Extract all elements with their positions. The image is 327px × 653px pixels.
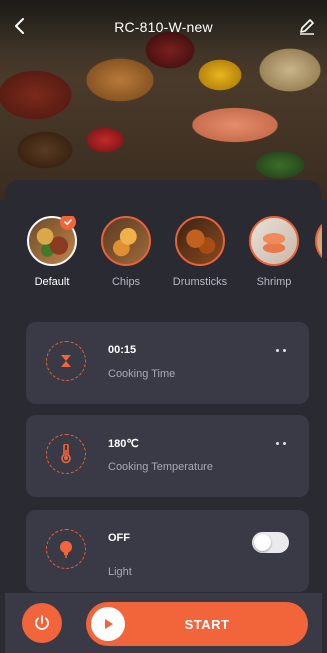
cooking-temperature-value: 180℃ [108, 438, 139, 450]
preset-more-thumbnail [315, 216, 322, 266]
preset-shrimp-thumbnail [249, 216, 299, 266]
preset-carousel[interactable]: Default Chips Drumsticks Shrimp [5, 216, 322, 306]
hourglass-icon-ring [46, 341, 86, 381]
cooking-time-label: Cooking Time [108, 368, 176, 380]
page-title: RC-810-W-new [114, 19, 213, 35]
light-toggle[interactable] [252, 532, 289, 553]
cooking-temperature-label: Cooking Temperature [108, 461, 213, 473]
start-label: START [184, 617, 230, 632]
cooking-time-card[interactable]: 00:15 Cooking Time [26, 322, 309, 404]
toggle-knob [254, 534, 271, 551]
power-icon [35, 615, 49, 630]
cooking-temperature-more-button[interactable] [273, 439, 291, 449]
power-button[interactable] [22, 603, 62, 643]
thermometer-icon [61, 444, 71, 464]
preset-drumsticks-thumbnail [175, 216, 225, 266]
cooking-time-value: 00:15 [108, 344, 137, 356]
preset-label: Default [34, 276, 70, 288]
edit-button[interactable] [297, 16, 317, 36]
preset-label: Shrimp [256, 276, 292, 288]
top-bar: RC-810-W-new [0, 0, 327, 44]
preset-shrimp[interactable]: Shrimp [239, 216, 309, 288]
preset-more[interactable] [305, 216, 322, 276]
light-value: OFF [108, 532, 130, 544]
control-panel: Default Chips Drumsticks Shrimp 00:15 Co… [5, 180, 322, 653]
light-card: OFF Light [26, 510, 309, 592]
pencil-icon [300, 19, 314, 35]
lightbulb-icon-ring [46, 529, 86, 569]
start-button[interactable]: START [86, 602, 308, 646]
light-label: Light [108, 566, 132, 578]
preset-drumsticks[interactable]: Drumsticks [165, 216, 235, 288]
preset-chips[interactable]: Chips [91, 216, 161, 288]
cooking-temperature-card[interactable]: 180℃ Cooking Temperature [26, 415, 309, 497]
cooking-time-more-button[interactable] [273, 346, 291, 356]
preset-chips-thumbnail [101, 216, 151, 266]
preset-label: Drumsticks [172, 276, 228, 288]
hourglass-icon [61, 355, 71, 367]
preset-label: Chips [111, 276, 141, 288]
lightbulb-icon [60, 541, 72, 558]
preset-default[interactable]: Default [17, 216, 87, 288]
thermometer-icon-ring [46, 434, 86, 474]
